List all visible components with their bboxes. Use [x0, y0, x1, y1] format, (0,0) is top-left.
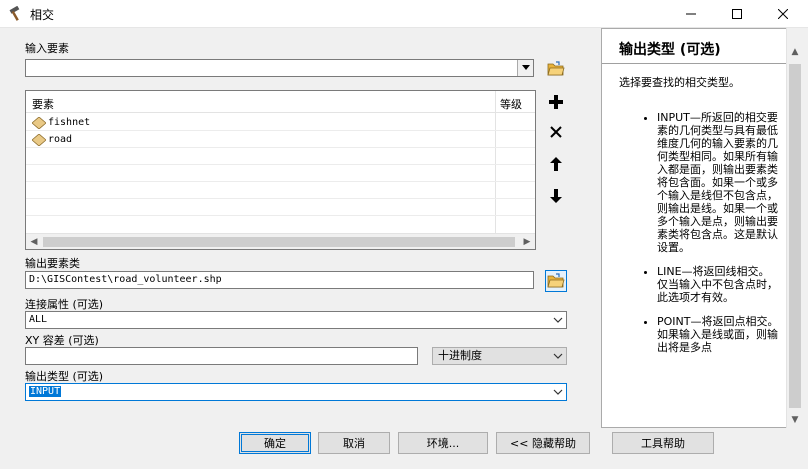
maximize-icon: [732, 9, 742, 19]
move-down-button[interactable]: [545, 185, 567, 207]
scroll-left-icon[interactable]: ◀: [26, 234, 42, 250]
title-bar: 相交: [0, 0, 808, 28]
feature-layer-icon: [32, 117, 46, 129]
list-item-empty: [26, 166, 535, 182]
list-item-empty: [26, 183, 535, 199]
folder-open-icon: [547, 273, 565, 288]
help-panel: 输出类型 (可选) 选择要查找的相交类型。 INPUT—所返回的相交要素的几何类…: [601, 28, 801, 428]
join-attributes-select[interactable]: ALL: [25, 311, 567, 329]
column-header-features: 要素: [32, 98, 54, 111]
input-features-combobox[interactable]: [25, 59, 534, 77]
list-item-name: fishnet: [48, 117, 91, 128]
horizontal-scrollbar[interactable]: ◀ ▶: [26, 233, 535, 249]
scroll-down-icon[interactable]: ▼: [787, 412, 803, 428]
close-icon: [778, 9, 788, 19]
chevron-down-icon: [553, 317, 563, 323]
arrow-down-icon: [550, 189, 562, 203]
plus-icon: [549, 95, 563, 109]
window-title: 相交: [30, 8, 55, 22]
move-up-button[interactable]: [545, 153, 567, 175]
feature-layer-icon: [32, 134, 46, 146]
minimize-button[interactable]: [668, 0, 714, 28]
maximize-button[interactable]: [714, 0, 760, 28]
list-item[interactable]: road: [26, 132, 535, 148]
scroll-up-icon[interactable]: ▲: [787, 44, 803, 60]
add-row-button[interactable]: [545, 91, 567, 113]
join-attributes-label: 连接属性 (可选): [25, 298, 104, 311]
delete-icon: [550, 126, 562, 138]
output-fc-label: 输出要素类: [25, 257, 80, 270]
close-button[interactable]: [760, 0, 806, 28]
cancel-button[interactable]: 取消: [318, 432, 390, 454]
environments-button[interactable]: 环境...: [398, 432, 488, 454]
xy-tolerance-unit-value: 十进制度: [438, 349, 482, 362]
input-features-label: 输入要素: [25, 42, 69, 55]
join-attributes-value: ALL: [29, 314, 48, 325]
folder-open-icon: [547, 61, 565, 76]
hide-help-button[interactable]: << 隐藏帮助: [496, 432, 590, 454]
output-type-value: INPUT: [29, 386, 62, 397]
help-option-line: LINE—将返回线相交。仅当输入中不包含点时，此选项才有效。: [657, 265, 779, 304]
tool-help-button[interactable]: 工具帮助: [612, 432, 714, 454]
list-item-empty: [26, 149, 535, 165]
browse-input-button[interactable]: [545, 58, 567, 80]
chevron-down-icon: [553, 353, 563, 359]
scroll-right-icon[interactable]: ▶: [519, 234, 535, 250]
browse-output-button[interactable]: [545, 270, 567, 292]
list-item-name: road: [48, 134, 73, 145]
scroll-thumb[interactable]: [789, 64, 801, 408]
column-header-rank: 等级: [500, 98, 522, 111]
xy-tolerance-unit-select[interactable]: 十进制度: [432, 347, 567, 365]
help-vertical-scrollbar[interactable]: ▲ ▼: [786, 28, 802, 428]
input-features-list[interactable]: 要素 等级 fishnet road ◀ ▶: [25, 90, 536, 250]
output-fc-input[interactable]: D:\GISContest\road_volunteer.shp: [25, 271, 534, 289]
scroll-thumb[interactable]: [43, 237, 515, 247]
help-option-point: POINT—将返回点相交。如果输入是线或面，则输出将是多点: [657, 315, 779, 354]
help-option-input: INPUT—所返回的相交要素的几何类型与具有最低维度几何的输入要素的几何类型相同…: [657, 111, 779, 254]
help-option-list: INPUT—所返回的相交要素的几何类型与具有最低维度几何的输入要素的几何类型相同…: [619, 111, 779, 365]
list-item[interactable]: fishnet: [26, 115, 535, 131]
xy-tolerance-input[interactable]: [25, 347, 418, 365]
help-divider: [602, 63, 788, 64]
dropdown-arrow-icon[interactable]: [517, 60, 533, 76]
hammer-icon: [9, 6, 20, 21]
output-type-label: 输出类型 (可选): [25, 370, 104, 383]
help-title: 输出类型 (可选): [619, 42, 721, 58]
list-header: 要素 等级: [26, 91, 535, 113]
chevron-down-icon: [553, 389, 563, 395]
remove-row-button[interactable]: [545, 121, 567, 143]
help-description: 选择要查找的相交类型。: [619, 76, 740, 89]
ok-button[interactable]: 确定: [239, 432, 311, 454]
output-type-select[interactable]: INPUT: [25, 383, 567, 401]
list-item-empty: [26, 200, 535, 216]
minimize-icon: [686, 13, 696, 15]
arrow-up-icon: [550, 157, 562, 171]
xy-tolerance-label: XY 容差 (可选): [25, 334, 99, 347]
